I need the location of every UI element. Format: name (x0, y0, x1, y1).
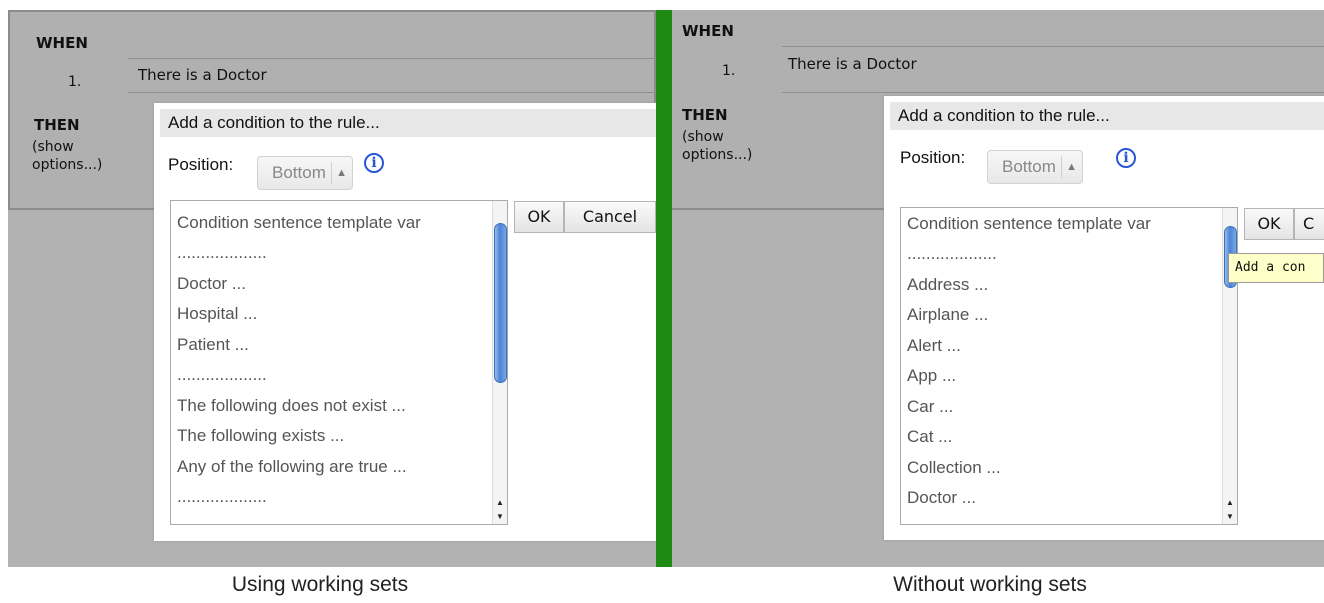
divider-line (782, 46, 1324, 47)
when-label: WHEN (36, 34, 88, 52)
when-label: WHEN (682, 22, 734, 40)
popup-header: Add a condition to the rule... (160, 109, 656, 137)
rule-number: 1. (722, 63, 736, 79)
select-separator (1061, 156, 1062, 178)
scroll-down-arrow-icon[interactable]: ▼ (1223, 510, 1237, 524)
position-select[interactable]: Bottom ▲ (257, 156, 353, 190)
show-options-link[interactable]: (show options...) (682, 128, 752, 164)
show-options-text: (show (32, 139, 74, 155)
green-divider (656, 10, 672, 567)
scroll-up-arrow-icon[interactable]: ▲ (1223, 496, 1237, 510)
scrollbar-thumb[interactable] (494, 223, 507, 383)
then-label: THEN (682, 106, 728, 124)
ok-button[interactable]: OK (1244, 208, 1294, 240)
condition-listbox[interactable]: Condition sentence template var ........… (170, 200, 508, 525)
position-label: Position: (900, 148, 966, 167)
list-item[interactable]: Any of the following are true ... (177, 457, 407, 477)
rule-number: 1. (68, 74, 82, 90)
rule-condition-text[interactable]: There is a Doctor (788, 55, 917, 73)
list-item[interactable]: Car ... (907, 397, 953, 417)
list-item[interactable]: Cat ... (907, 427, 952, 447)
list-item[interactable]: Airplane ... (907, 305, 988, 325)
scroll-down-arrow-icon[interactable]: ▼ (493, 510, 507, 524)
divider-line (128, 58, 656, 59)
list-item[interactable]: ................... (177, 365, 267, 385)
show-options-text: options...) (682, 147, 753, 163)
list-item[interactable]: The following exists ... (177, 426, 344, 446)
show-options-text: (show (682, 129, 724, 145)
cancel-button[interactable]: C (1294, 208, 1324, 240)
position-label: Position: (168, 155, 234, 174)
cancel-button[interactable]: Cancel (564, 201, 656, 233)
position-select-value: Bottom (272, 163, 326, 182)
list-item[interactable]: ................... (177, 243, 267, 263)
divider-line (782, 92, 1324, 93)
condition-listbox[interactable]: Condition sentence template var ........… (900, 207, 1238, 525)
list-item[interactable]: App ... (907, 366, 956, 386)
list-item[interactable]: Collection ... (907, 458, 1001, 478)
list-item[interactable]: Doctor ... (177, 274, 246, 294)
list-item[interactable]: Alert ... (907, 336, 961, 356)
add-condition-popup: Add a condition to the rule... Position:… (884, 96, 1324, 540)
list-item[interactable]: Condition sentence template var (177, 213, 421, 233)
divider-line (128, 92, 656, 93)
position-select[interactable]: Bottom ▲ (987, 150, 1083, 184)
right-rule-panel: WHEN 1. There is a Doctor THEN (show opt… (672, 10, 1324, 567)
list-item[interactable]: ................... (177, 487, 267, 507)
popup-header: Add a condition to the rule... (890, 102, 1324, 130)
list-item[interactable]: ................... (907, 244, 997, 264)
list-item[interactable]: Address ... (907, 275, 988, 295)
up-down-arrows-icon: ▲ (336, 167, 347, 179)
list-item[interactable]: The following does not exist ... (177, 396, 406, 416)
info-icon[interactable]: i (1116, 148, 1136, 168)
select-separator (331, 162, 332, 184)
position-select-value: Bottom (1002, 157, 1056, 176)
tooltip: Add a con (1228, 253, 1324, 283)
show-options-link[interactable]: (show options...) (32, 138, 102, 174)
then-label: THEN (34, 116, 80, 134)
list-item[interactable]: Doctor ... (907, 488, 976, 508)
right-caption: Without working sets (893, 573, 1087, 596)
list-scrollbar[interactable]: ▲ ▼ (492, 201, 507, 524)
add-condition-popup: Add a condition to the rule... Position:… (154, 103, 656, 541)
scroll-up-arrow-icon[interactable]: ▲ (493, 496, 507, 510)
info-icon[interactable]: i (364, 153, 384, 173)
list-item[interactable]: Patient ... (177, 335, 249, 355)
list-item[interactable]: Condition sentence template var (907, 214, 1151, 234)
left-rule-panel: WHEN 1. There is a Doctor THEN (show opt… (8, 10, 656, 567)
left-caption: Using working sets (231, 573, 409, 596)
up-down-arrows-icon: ▲ (1066, 161, 1077, 173)
show-options-text: options...) (32, 157, 103, 173)
rule-condition-text[interactable]: There is a Doctor (138, 66, 267, 84)
list-item[interactable]: Hospital ... (177, 304, 257, 324)
ok-button[interactable]: OK (514, 201, 564, 233)
